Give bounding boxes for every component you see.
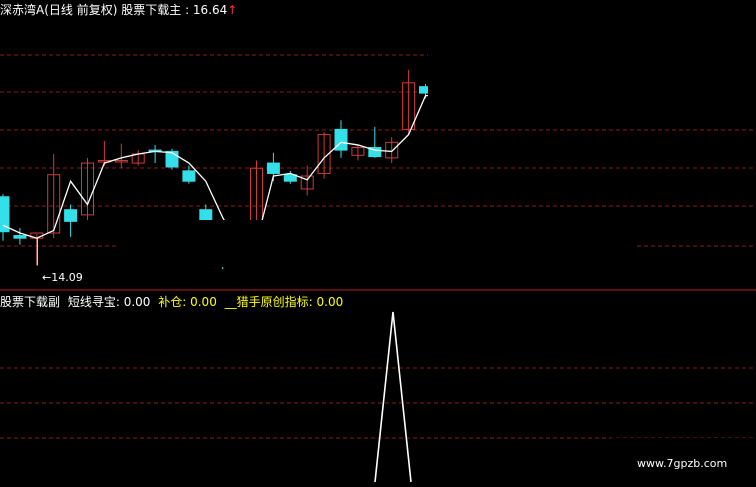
down-candle bbox=[266, 162, 280, 174]
down-candle bbox=[13, 235, 27, 239]
sub-legend-item: 短线寻宝: 0.00 bbox=[67, 295, 151, 309]
redaction-block bbox=[119, 220, 636, 267]
sub-panel-header: 股票下载副 短线寻宝: 0.00 补仓: 0.00 __猎手原创指标: 0.00 bbox=[0, 295, 343, 309]
down-candle bbox=[165, 150, 179, 168]
redaction-block bbox=[428, 0, 756, 113]
watermark-text: www.7gpzb.com bbox=[637, 457, 728, 470]
up-arrow-icon: ↑ bbox=[227, 3, 238, 17]
low-price-marker: ←14.09 bbox=[42, 271, 83, 284]
down-candle bbox=[182, 170, 196, 182]
sub-legend-item: __猎手原创指标: 0.00 bbox=[224, 295, 344, 309]
main-panel-header: 深赤湾A(日线 前复权) 股票下载主 : 16.64↑ bbox=[0, 3, 237, 17]
sub-indicator-line bbox=[374, 311, 412, 483]
sub-legend-item: 补仓: 0.00 bbox=[158, 295, 217, 309]
main-indicator-name: 股票下载主 bbox=[121, 3, 182, 17]
main-indicator-value: : 16.64 bbox=[185, 3, 228, 17]
signal-spike bbox=[374, 311, 412, 483]
down-candle bbox=[64, 209, 78, 222]
sub-indicator-title: 股票下载副 bbox=[0, 295, 61, 309]
watermark: www.7gpzb.com bbox=[611, 438, 756, 487]
kline-chart-window: { "main_panel": { "title": "深赤湾A(日线 前复权)… bbox=[0, 0, 756, 487]
sub-panel-grid bbox=[0, 367, 756, 439]
stock-title: 深赤湾A(日线 前复权) bbox=[0, 3, 118, 17]
